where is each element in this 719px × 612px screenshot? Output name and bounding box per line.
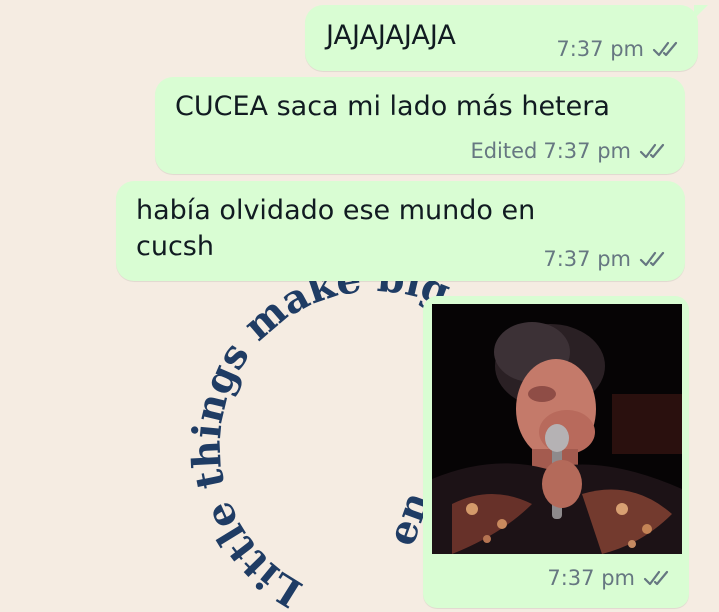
message-time: 7:37 pm <box>543 247 631 271</box>
message-meta: Edited 7:37 pm <box>470 139 669 163</box>
wallpaper-curved-text: Little things make big <box>183 255 456 612</box>
gif-message-bubble[interactable]: 7:37 pm <box>423 296 689 608</box>
message-bubble[interactable]: JAJAJAJAJA 7:37 pm <box>305 5 708 71</box>
message-time: 7:37 pm <box>543 139 631 163</box>
double-check-read-icon <box>639 251 665 267</box>
singer-image <box>432 304 682 554</box>
bubble-tail <box>694 5 708 19</box>
edited-label: Edited <box>470 139 538 163</box>
message-text: cucsh <box>136 231 214 262</box>
message-bubble[interactable]: CUCEA saca mi lado más hetera Edited 7:3… <box>155 77 685 174</box>
double-check-read-icon <box>643 570 669 586</box>
gif-thumbnail[interactable] <box>432 304 682 554</box>
double-check-read-icon <box>639 143 665 159</box>
message-bubble[interactable]: había olvidado ese mundo en cucsh 7:37 p… <box>116 181 685 281</box>
message-text: había olvidado ese mundo en <box>136 195 536 226</box>
message-time: 7:37 pm <box>556 37 644 61</box>
message-meta: 7:37 pm <box>547 566 673 590</box>
message-text: JAJAJAJAJA <box>326 20 456 51</box>
double-check-read-icon <box>652 41 678 57</box>
message-meta: 7:37 pm <box>543 247 669 271</box>
message-meta: 7:37 pm <box>556 37 682 61</box>
message-time: 7:37 pm <box>547 566 635 590</box>
message-text: CUCEA saca mi lado más hetera <box>175 91 610 122</box>
